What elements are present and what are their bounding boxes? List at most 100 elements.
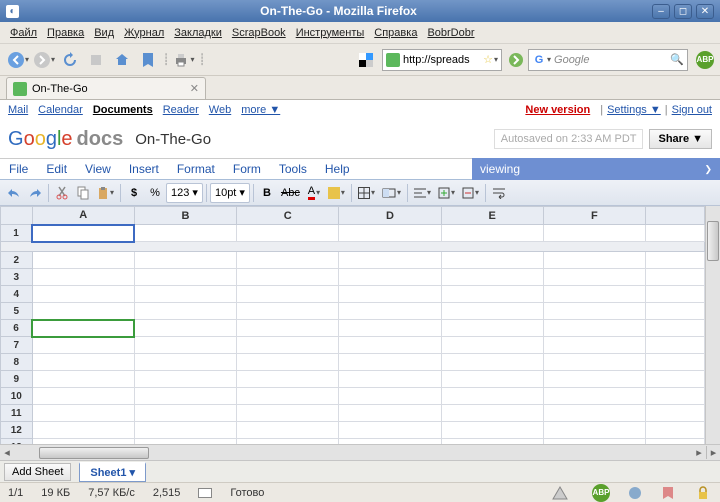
undo-button[interactable] bbox=[4, 183, 24, 203]
cell[interactable] bbox=[237, 303, 339, 320]
cell[interactable] bbox=[646, 320, 705, 337]
cell[interactable] bbox=[543, 354, 645, 371]
cell[interactable] bbox=[134, 354, 236, 371]
gnav-web[interactable]: Web bbox=[209, 104, 231, 116]
cell[interactable] bbox=[441, 225, 543, 242]
row-header[interactable]: 7 bbox=[1, 337, 33, 354]
row-header[interactable]: 12 bbox=[1, 422, 33, 439]
signout-link[interactable]: Sign out bbox=[672, 104, 712, 116]
menu-bobrdobr[interactable]: BobrDobr bbox=[423, 25, 478, 41]
cell[interactable] bbox=[646, 439, 705, 445]
cell[interactable] bbox=[339, 371, 441, 388]
docs-menu-insert[interactable]: Insert bbox=[120, 162, 168, 176]
gnav-reader[interactable]: Reader bbox=[163, 104, 199, 116]
merge-button[interactable]: ▾ bbox=[379, 183, 404, 203]
adblock-icon[interactable]: ABP bbox=[696, 51, 714, 69]
gnav-more[interactable]: more ▼ bbox=[241, 104, 280, 116]
cell[interactable] bbox=[32, 320, 134, 337]
cell[interactable] bbox=[134, 303, 236, 320]
docs-menu-file[interactable]: File bbox=[0, 162, 37, 176]
col-header[interactable]: D bbox=[339, 207, 441, 225]
menu-bookmarks[interactable]: Закладки bbox=[170, 25, 226, 41]
cell[interactable] bbox=[543, 269, 645, 286]
noscript-icon[interactable] bbox=[552, 486, 568, 500]
row-header[interactable]: 3 bbox=[1, 269, 33, 286]
copy-button[interactable] bbox=[73, 183, 93, 203]
cell[interactable] bbox=[646, 422, 705, 439]
cell[interactable] bbox=[441, 337, 543, 354]
docs-menu-help[interactable]: Help bbox=[316, 162, 359, 176]
add-sheet-button[interactable]: Add Sheet bbox=[4, 463, 71, 481]
cell[interactable] bbox=[543, 405, 645, 422]
cell[interactable] bbox=[339, 439, 441, 445]
delicious-icon[interactable] bbox=[354, 48, 378, 72]
browser-tab[interactable]: On-The-Go ✕ bbox=[6, 77, 206, 99]
cell[interactable] bbox=[32, 225, 134, 242]
scroll-right-icon[interactable]: ▸ bbox=[692, 446, 706, 459]
cell[interactable] bbox=[441, 303, 543, 320]
cell[interactable] bbox=[237, 439, 339, 445]
cell[interactable] bbox=[32, 252, 134, 269]
new-version-link[interactable]: New version bbox=[525, 104, 590, 116]
cell[interactable] bbox=[339, 354, 441, 371]
cell[interactable] bbox=[543, 371, 645, 388]
security-icon[interactable] bbox=[696, 486, 712, 500]
cell[interactable] bbox=[441, 439, 543, 445]
cell[interactable] bbox=[646, 303, 705, 320]
cell[interactable] bbox=[134, 320, 236, 337]
row-header[interactable]: 11 bbox=[1, 405, 33, 422]
cell[interactable] bbox=[543, 286, 645, 303]
row-header[interactable]: 8 bbox=[1, 354, 33, 371]
docs-menu-tools[interactable]: Tools bbox=[270, 162, 316, 176]
search-go-icon[interactable]: 🔍 bbox=[670, 53, 684, 66]
cell[interactable] bbox=[32, 354, 134, 371]
bookmark-status-icon[interactable] bbox=[662, 486, 678, 500]
cell[interactable] bbox=[32, 303, 134, 320]
col-header[interactable]: E bbox=[441, 207, 543, 225]
cell[interactable] bbox=[237, 388, 339, 405]
gnav-mail[interactable]: Mail bbox=[8, 104, 28, 116]
gnav-documents[interactable]: Documents bbox=[93, 104, 153, 116]
cell[interactable] bbox=[646, 388, 705, 405]
docs-menu-form[interactable]: Form bbox=[224, 162, 270, 176]
bold-button[interactable]: B bbox=[257, 183, 277, 203]
menu-edit[interactable]: Правка bbox=[43, 25, 88, 41]
cell[interactable] bbox=[339, 405, 441, 422]
search-box[interactable]: G▾ Google 🔍 bbox=[528, 49, 688, 71]
col-header[interactable]: B bbox=[134, 207, 236, 225]
cut-button[interactable] bbox=[52, 183, 72, 203]
cell[interactable] bbox=[339, 269, 441, 286]
col-header[interactable] bbox=[646, 207, 705, 225]
adblock-status-icon[interactable]: ABP bbox=[592, 484, 610, 502]
spreadsheet-grid[interactable]: ABCDEF123456789101112131415 bbox=[0, 206, 720, 444]
cell[interactable] bbox=[237, 371, 339, 388]
cell[interactable] bbox=[441, 269, 543, 286]
settings-link[interactable]: Settings ▼ bbox=[607, 104, 661, 116]
col-header[interactable]: A bbox=[32, 207, 134, 225]
print-button[interactable]: ▾ bbox=[172, 48, 196, 72]
cell[interactable] bbox=[32, 439, 134, 445]
row-header[interactable]: 6 bbox=[1, 320, 33, 337]
font-size-dropdown[interactable]: 10pt ▾ bbox=[210, 183, 250, 203]
cell[interactable] bbox=[441, 354, 543, 371]
paste-button[interactable]: ▾ bbox=[94, 183, 117, 203]
menu-scrapbook[interactable]: ScrapBook bbox=[228, 25, 290, 41]
gnav-calendar[interactable]: Calendar bbox=[38, 104, 83, 116]
wrap-text-button[interactable] bbox=[489, 183, 509, 203]
cell[interactable] bbox=[441, 388, 543, 405]
cell[interactable] bbox=[441, 286, 543, 303]
fill-color-button[interactable]: ▾ bbox=[325, 183, 348, 203]
row-header[interactable]: 4 bbox=[1, 286, 33, 303]
cell[interactable] bbox=[339, 286, 441, 303]
close-button[interactable]: ✕ bbox=[696, 4, 714, 19]
cell[interactable] bbox=[646, 405, 705, 422]
cell[interactable] bbox=[134, 439, 236, 445]
cell[interactable] bbox=[543, 225, 645, 242]
bookmark-button[interactable] bbox=[136, 48, 160, 72]
go-button[interactable] bbox=[506, 50, 526, 70]
menu-history[interactable]: Журнал bbox=[120, 25, 168, 41]
cell[interactable] bbox=[32, 269, 134, 286]
cell[interactable] bbox=[134, 269, 236, 286]
insert-button[interactable]: ▾ bbox=[435, 183, 458, 203]
cell[interactable] bbox=[339, 303, 441, 320]
